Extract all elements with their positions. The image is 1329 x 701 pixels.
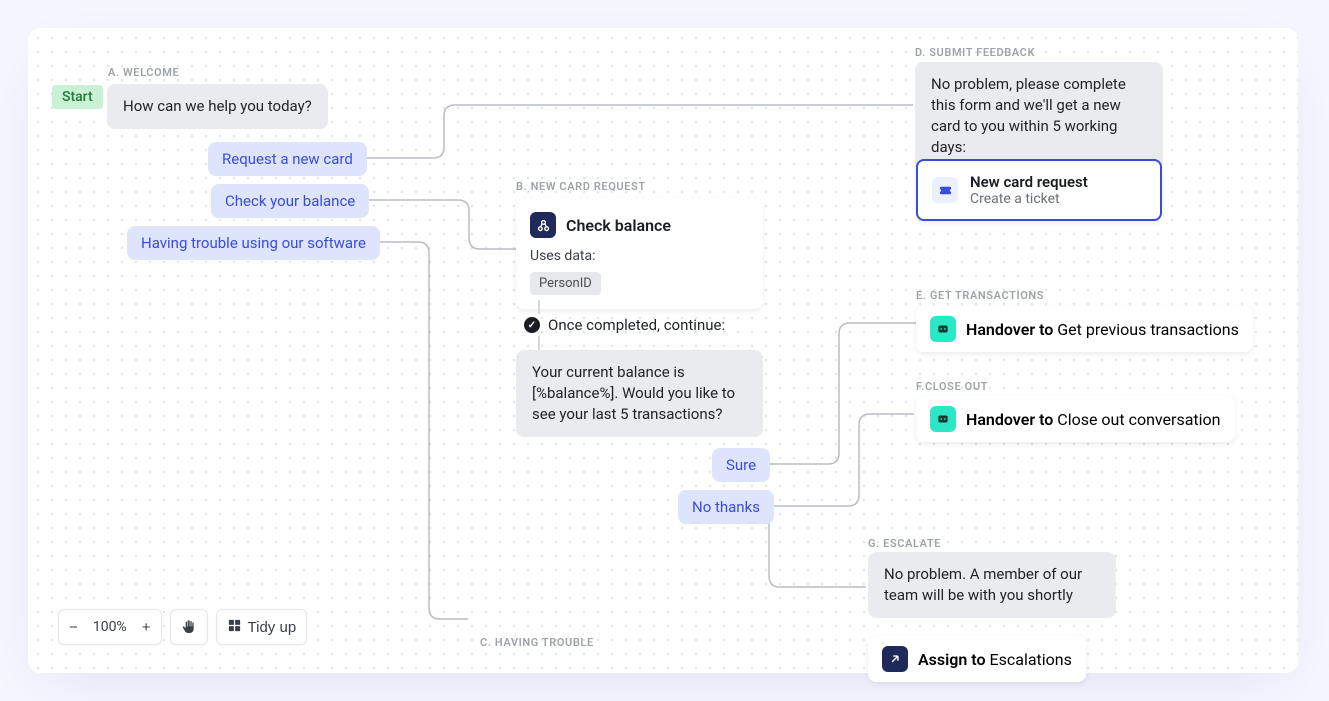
ticket-subtitle: Create a ticket: [970, 191, 1088, 207]
webhook-icon: [530, 212, 556, 238]
zoom-in-button[interactable]: +: [132, 610, 161, 644]
option-no-thanks[interactable]: No thanks: [678, 490, 774, 524]
handover-transactions[interactable]: Handover to Get previous transactions: [916, 306, 1253, 352]
continue-text: Once completed, continue:: [548, 316, 725, 334]
personid-pill: PersonID: [530, 272, 601, 295]
tidy-up-button[interactable]: Tidy up: [216, 609, 308, 645]
section-f-label: F.CLOSE OUT: [916, 380, 988, 393]
ticket-title: New card request: [970, 173, 1088, 191]
pan-tool[interactable]: [170, 609, 208, 645]
handover-text: Handover to Close out conversation: [966, 410, 1221, 429]
escalate-message[interactable]: No problem. A member of our team will be…: [868, 552, 1116, 618]
balance-response[interactable]: Your current balance is [%balance%]. Wou…: [516, 350, 763, 437]
ticket-icon: [932, 177, 958, 203]
connector-stub: [538, 336, 540, 350]
flow-canvas[interactable]: A. WELCOME Start How can we help you tod…: [28, 28, 1298, 673]
section-d-label: D. SUBMIT FEEDBACK: [915, 46, 1035, 59]
assign-text: Assign to Escalations: [918, 650, 1072, 669]
hand-icon[interactable]: [171, 610, 207, 644]
feedback-message[interactable]: No problem, please complete this form an…: [915, 62, 1163, 170]
option-request-card[interactable]: Request a new card: [208, 142, 367, 176]
handover-closeout[interactable]: Handover to Close out conversation: [916, 396, 1235, 442]
welcome-message[interactable]: How can we help you today?: [107, 84, 328, 129]
option-having-trouble[interactable]: Having trouble using our software: [127, 226, 380, 260]
section-c-label: C. HAVING TROUBLE: [480, 636, 594, 649]
section-a-label: A. WELCOME: [108, 66, 179, 79]
new-card-ticket[interactable]: New card request Create a ticket: [916, 159, 1162, 221]
zoom-out-button[interactable]: −: [59, 610, 88, 644]
option-check-balance[interactable]: Check your balance: [211, 184, 369, 218]
bot-icon: [930, 406, 956, 432]
canvas-toolbar: − 100% + Tidy up: [58, 609, 307, 645]
check-balance-card[interactable]: Check balance Uses data: PersonID: [516, 198, 763, 309]
start-tag: Start: [52, 85, 103, 109]
zoom-value: 100%: [88, 619, 132, 635]
section-b-label: B. NEW CARD REQUEST: [516, 180, 646, 193]
check-balance-title: Check balance: [566, 216, 671, 235]
bot-icon: [930, 316, 956, 342]
tidy-label: Tidy up: [248, 619, 297, 636]
section-g-label: G. ESCALATE: [868, 537, 941, 550]
assign-escalations[interactable]: Assign to Escalations: [868, 636, 1086, 682]
section-e-label: E. GET TRANSACTIONS: [916, 289, 1044, 302]
option-sure[interactable]: Sure: [712, 448, 770, 482]
assign-icon: [882, 646, 908, 672]
uses-data-label: Uses data:: [530, 248, 749, 264]
checkmark-icon: [524, 317, 540, 333]
zoom-controls: − 100% +: [58, 609, 162, 645]
grid-icon: [227, 618, 242, 637]
continue-row: Once completed, continue:: [524, 316, 725, 334]
handover-text: Handover to Get previous transactions: [966, 320, 1239, 339]
connector-stub: [538, 300, 540, 314]
